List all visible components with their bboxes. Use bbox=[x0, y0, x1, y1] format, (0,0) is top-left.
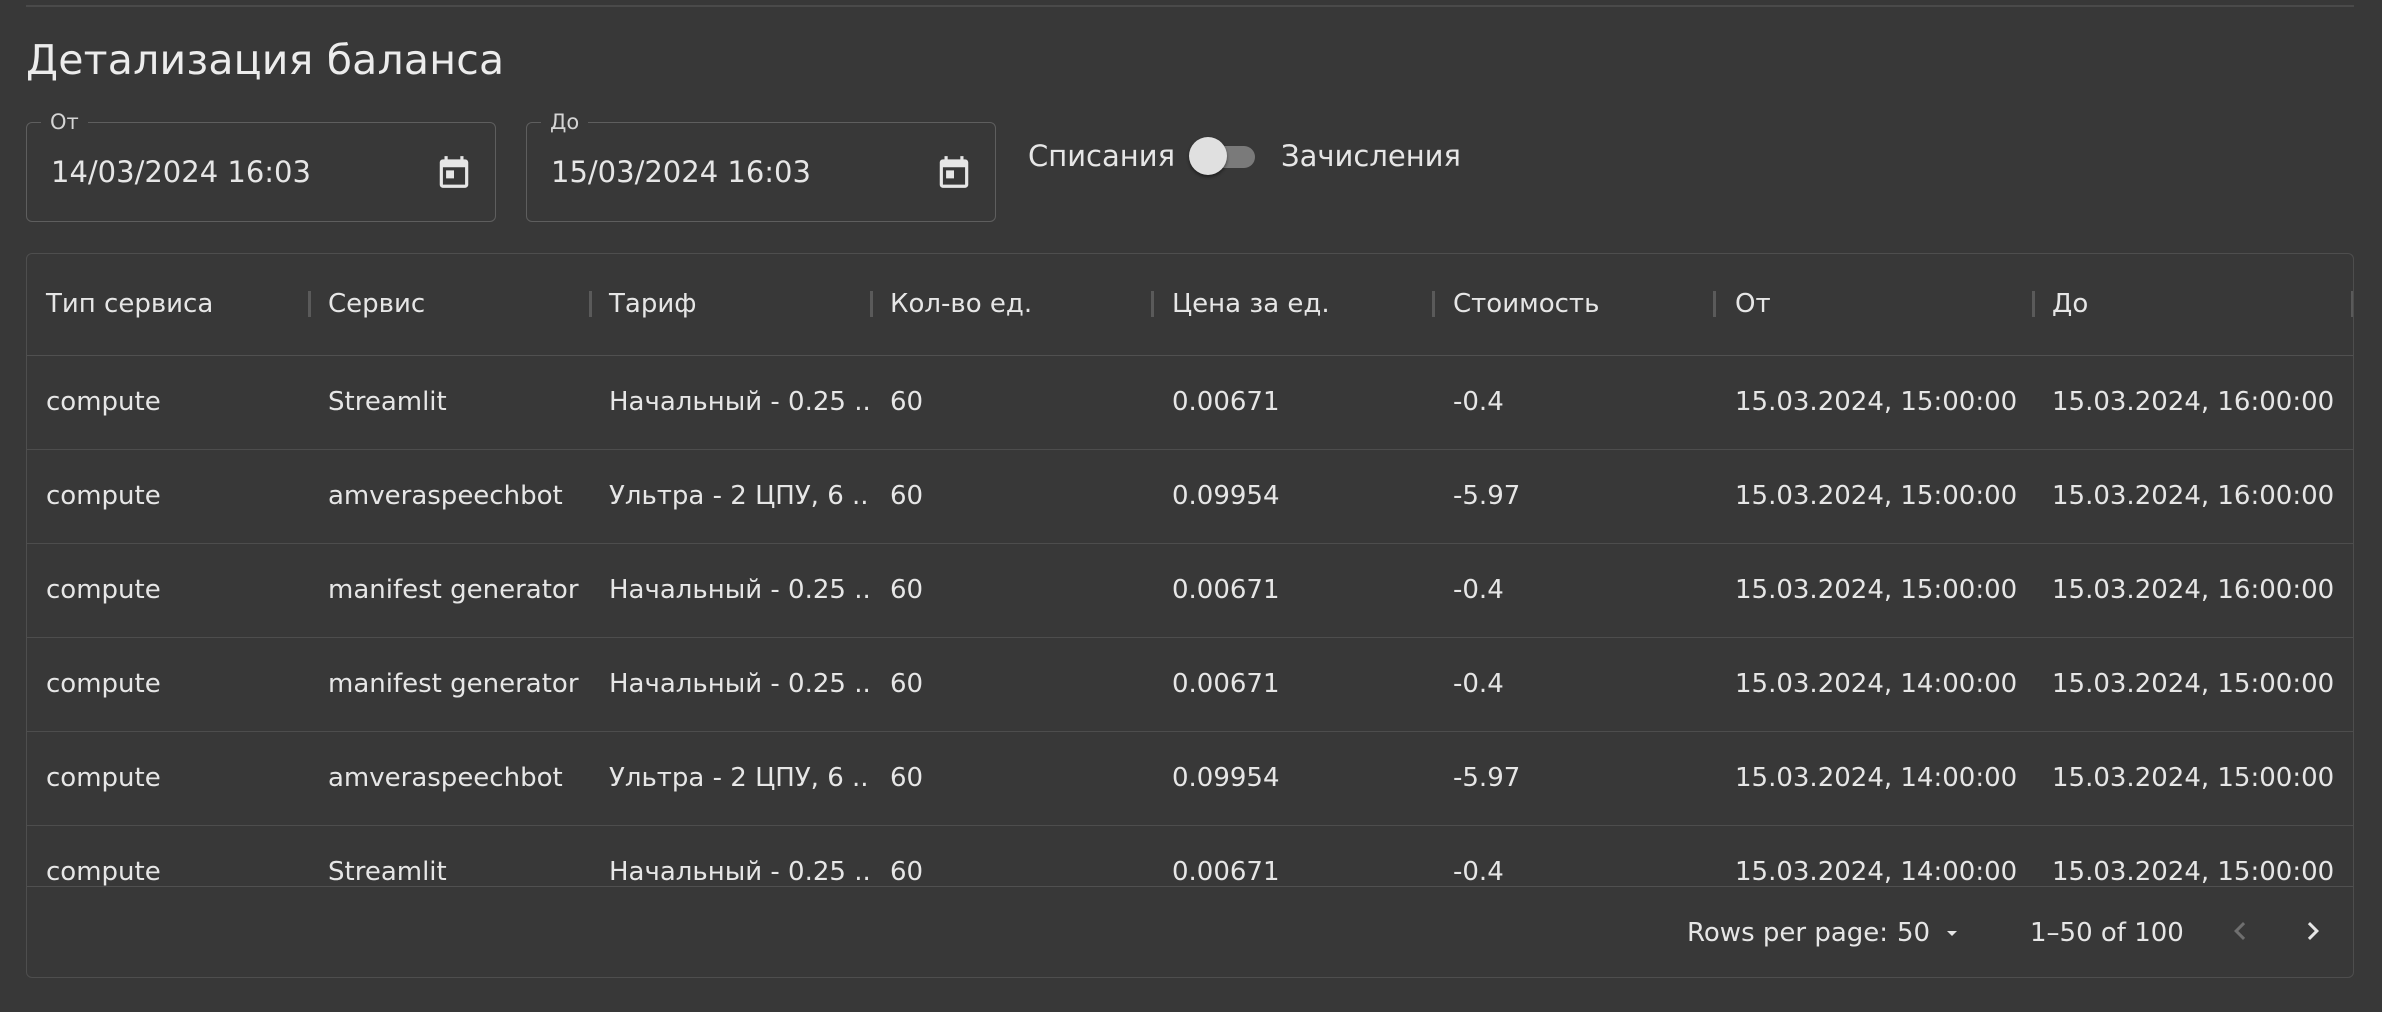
previous-page-button[interactable] bbox=[2216, 909, 2264, 957]
pagination-range: 1–50 of 100 bbox=[2030, 918, 2184, 948]
cell-to: 15.03.2024, 16:00:00 bbox=[2052, 387, 2335, 417]
cell-tariff: Начальный - 0.25 ... bbox=[609, 575, 869, 605]
date-to-label: До bbox=[541, 109, 589, 135]
cell-from: 15.03.2024, 15:00:00 bbox=[1735, 575, 2018, 605]
top-divider bbox=[26, 5, 2354, 7]
table-row[interactable]: compute Streamlit Начальный - 0.25 ... 6… bbox=[27, 826, 2353, 886]
column-header-to[interactable]: До bbox=[2052, 254, 2088, 354]
rows-per-page-value[interactable]: 50 bbox=[1897, 918, 1930, 948]
cell-service-type: compute bbox=[46, 857, 161, 886]
cell-service: manifest generator bbox=[328, 669, 579, 699]
date-to-field[interactable]: До 15/03/2024 16:03 bbox=[526, 109, 996, 222]
chevron-right-icon bbox=[2295, 913, 2331, 953]
cell-tariff: Ультра - 2 ЦПУ, 6 ... bbox=[609, 481, 869, 511]
column-separator[interactable] bbox=[308, 291, 311, 317]
cell-tariff: Ультра - 2 ЦПУ, 6 ... bbox=[609, 763, 869, 793]
toggle-label-debits: Списания bbox=[1028, 139, 1176, 173]
calendar-icon[interactable] bbox=[435, 152, 473, 192]
column-separator[interactable] bbox=[2032, 291, 2035, 317]
column-header-service-type[interactable]: Тип сервиса bbox=[46, 254, 213, 354]
table-pagination: Rows per page: 50 1–50 of 100 bbox=[27, 886, 2353, 977]
cell-to: 15.03.2024, 15:00:00 bbox=[2052, 669, 2335, 699]
column-separator[interactable] bbox=[589, 291, 592, 317]
column-separator[interactable] bbox=[1432, 291, 1435, 317]
next-page-button[interactable] bbox=[2289, 909, 2337, 957]
cell-cost: -5.97 bbox=[1453, 481, 1521, 511]
chevron-down-icon[interactable] bbox=[1940, 921, 1964, 945]
cell-service: amveraspeechbot bbox=[328, 763, 563, 793]
column-header-service[interactable]: Сервис bbox=[328, 254, 425, 354]
date-from-field[interactable]: От 14/03/2024 16:03 bbox=[26, 109, 496, 222]
column-header-from[interactable]: От bbox=[1735, 254, 1771, 354]
cell-tariff: Начальный - 0.25 ... bbox=[609, 857, 869, 886]
switch-thumb[interactable] bbox=[1189, 137, 1228, 175]
column-header-tariff[interactable]: Тариф bbox=[609, 254, 696, 354]
cell-unit-price: 0.00671 bbox=[1172, 857, 1280, 886]
cell-service-type: compute bbox=[46, 481, 161, 511]
cell-cost: -0.4 bbox=[1453, 669, 1504, 699]
page-title: Детализация баланса bbox=[26, 36, 505, 84]
cell-quantity: 60 bbox=[890, 857, 924, 886]
cell-from: 15.03.2024, 15:00:00 bbox=[1735, 387, 2018, 417]
column-separator[interactable] bbox=[1151, 291, 1154, 317]
date-to-value[interactable]: 15/03/2024 16:03 bbox=[551, 155, 811, 189]
cell-cost: -0.4 bbox=[1453, 387, 1504, 417]
column-header-quantity[interactable]: Кол-во ед. bbox=[890, 254, 1032, 354]
cell-quantity: 60 bbox=[890, 481, 924, 511]
cell-cost: -0.4 bbox=[1453, 857, 1504, 886]
table-body[interactable]: compute Streamlit Начальный - 0.25 ... 6… bbox=[27, 356, 2353, 886]
cell-unit-price: 0.09954 bbox=[1172, 763, 1280, 793]
cell-service: Streamlit bbox=[328, 857, 447, 886]
cell-from: 15.03.2024, 15:00:00 bbox=[1735, 481, 2018, 511]
cell-quantity: 60 bbox=[890, 763, 924, 793]
cell-to: 15.03.2024, 16:00:00 bbox=[2052, 575, 2335, 605]
chevron-left-icon bbox=[2222, 913, 2258, 953]
cell-quantity: 60 bbox=[890, 575, 924, 605]
cell-to: 15.03.2024, 15:00:00 bbox=[2052, 857, 2335, 886]
column-separator[interactable] bbox=[2351, 291, 2353, 317]
column-header-cost[interactable]: Стоимость bbox=[1453, 254, 1599, 354]
table-row[interactable]: compute amveraspeechbot Ультра - 2 ЦПУ, … bbox=[27, 450, 2353, 544]
table-row[interactable]: compute amveraspeechbot Ультра - 2 ЦПУ, … bbox=[27, 732, 2353, 826]
rows-per-page-label: Rows per page: bbox=[1687, 918, 1889, 948]
cell-service: Streamlit bbox=[328, 387, 447, 417]
table-row[interactable]: compute Streamlit Начальный - 0.25 ... 6… bbox=[27, 356, 2353, 450]
cell-quantity: 60 bbox=[890, 387, 924, 417]
date-from-value[interactable]: 14/03/2024 16:03 bbox=[51, 155, 311, 189]
cell-from: 15.03.2024, 14:00:00 bbox=[1735, 763, 2018, 793]
cell-from: 15.03.2024, 14:00:00 bbox=[1735, 857, 2018, 886]
cell-service-type: compute bbox=[46, 575, 161, 605]
cell-cost: -0.4 bbox=[1453, 575, 1504, 605]
cell-quantity: 60 bbox=[890, 669, 924, 699]
column-separator[interactable] bbox=[870, 291, 873, 317]
date-from-label: От bbox=[41, 109, 88, 135]
cell-unit-price: 0.00671 bbox=[1172, 387, 1280, 417]
table-row[interactable]: compute manifest generator Начальный - 0… bbox=[27, 544, 2353, 638]
cell-service: amveraspeechbot bbox=[328, 481, 563, 511]
cell-service: manifest generator bbox=[328, 575, 579, 605]
cell-from: 15.03.2024, 14:00:00 bbox=[1735, 669, 2018, 699]
cell-tariff: Начальный - 0.25 ... bbox=[609, 387, 869, 417]
table-header: Тип сервиса Сервис Тариф Кол-во ед. Цена… bbox=[27, 254, 2353, 356]
cell-service-type: compute bbox=[46, 669, 161, 699]
cell-unit-price: 0.00671 bbox=[1172, 669, 1280, 699]
cell-to: 15.03.2024, 16:00:00 bbox=[2052, 481, 2335, 511]
balance-details-table: Тип сервиса Сервис Тариф Кол-во ед. Цена… bbox=[26, 253, 2354, 978]
debit-credit-toggle-group: Списания Зачисления bbox=[1028, 134, 1461, 178]
column-header-unit-price[interactable]: Цена за ед. bbox=[1172, 254, 1330, 354]
cell-service-type: compute bbox=[46, 763, 161, 793]
calendar-icon[interactable] bbox=[935, 152, 973, 192]
debit-credit-switch[interactable] bbox=[1189, 134, 1263, 178]
cell-unit-price: 0.09954 bbox=[1172, 481, 1280, 511]
cell-to: 15.03.2024, 15:00:00 bbox=[2052, 763, 2335, 793]
table-row[interactable]: compute manifest generator Начальный - 0… bbox=[27, 638, 2353, 732]
cell-unit-price: 0.00671 bbox=[1172, 575, 1280, 605]
cell-service-type: compute bbox=[46, 387, 161, 417]
column-separator[interactable] bbox=[1713, 291, 1716, 317]
rows-per-page-select[interactable]: 50 bbox=[1897, 887, 1964, 977]
cell-tariff: Начальный - 0.25 ... bbox=[609, 669, 869, 699]
toggle-label-credits: Зачисления bbox=[1281, 139, 1461, 173]
cell-cost: -5.97 bbox=[1453, 763, 1521, 793]
